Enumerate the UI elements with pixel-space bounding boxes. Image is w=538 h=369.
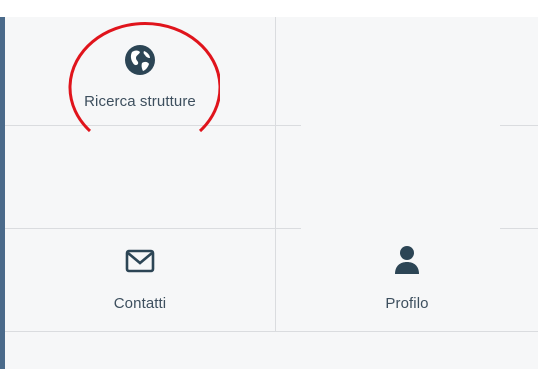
contatti-tile[interactable]: Contatti [5, 229, 275, 331]
user-icon [394, 245, 420, 275]
globe-icon [123, 43, 157, 77]
profilo-label: Profilo [385, 295, 429, 312]
divider-row-3 [5, 331, 538, 332]
menu-grid: Ricerca strutture Contatti Profilo [5, 17, 538, 369]
ricerca-strutture-label: Ricerca strutture [84, 93, 196, 110]
top-bar [0, 0, 538, 17]
divider-row-1-right [500, 125, 538, 126]
profilo-tile[interactable]: Profilo [276, 229, 538, 331]
contatti-label: Contatti [113, 295, 167, 312]
divider-row-1 [5, 125, 301, 126]
ricerca-strutture-tile[interactable]: Ricerca strutture [5, 17, 275, 125]
envelope-icon [125, 249, 155, 273]
